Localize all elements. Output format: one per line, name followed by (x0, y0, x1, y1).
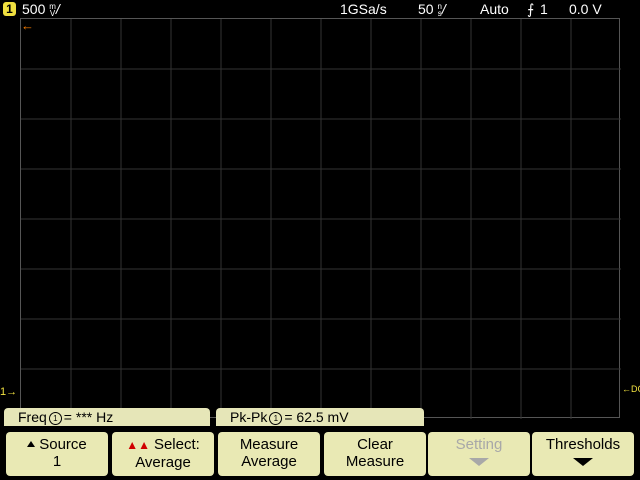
measure-value: Average (241, 453, 297, 470)
select-value: Average (135, 454, 191, 471)
channel-1-ground-marker[interactable]: 1→ (0, 386, 17, 398)
time-scale-value: 50 (418, 1, 434, 17)
trigger-edge-icon: ⨍ (527, 1, 535, 17)
submenu-arrow-icon (469, 458, 489, 466)
graticule-lines (21, 19, 621, 419)
channel-indicator: 1 (269, 412, 283, 425)
measurement-label: Freq (18, 409, 47, 425)
measurement-label: Pk-Pk (230, 409, 268, 425)
measure-label: Measure (239, 436, 299, 453)
vertical-scale-value: 500 (22, 1, 46, 17)
measurement-value: *** Hz (75, 409, 114, 425)
knob-select-icon: ▲▲ (126, 438, 150, 452)
softkey-menu: Source 1 ▲▲ Select: Average Measure Avera… (0, 426, 640, 480)
source-label: Source (39, 436, 87, 453)
setting-label: Setting (455, 436, 503, 453)
measurement-pkpk: Pk-Pk 1 = 62.5 mV (216, 408, 424, 426)
clear-label: Clear (357, 436, 393, 453)
clear-value: Measure (345, 453, 405, 470)
vertical-scale-unit: m V (49, 3, 56, 19)
thresholds-softkey[interactable]: Thresholds (532, 432, 634, 476)
channel-1-badge: 1 (3, 2, 16, 16)
trigger-position-marker[interactable]: ← (21, 18, 34, 33)
trigger-mode: Auto (480, 1, 509, 17)
setting-softkey[interactable]: Setting (428, 432, 530, 476)
select-label: Select: (153, 436, 200, 453)
thresholds-label: Thresholds (545, 436, 621, 453)
vertical-scale-unit-base: V (49, 9, 56, 19)
trigger-level-marker-label: DC (631, 384, 640, 394)
submenu-arrow-icon (573, 458, 593, 466)
source-softkey-line1: Source (6, 436, 108, 453)
vertical-scale: 500 m V / (22, 0, 60, 18)
source-softkey[interactable]: Source 1 (6, 432, 108, 476)
ground-marker-label: 1 (0, 386, 7, 398)
trigger-level-marker[interactable]: ←DC (622, 384, 640, 394)
measurement-value: 62.5 mV (296, 409, 349, 425)
status-bar: 1 500 m V / 1GSa/s 50 n s / Auto ⨍ 1 0.0… (0, 0, 640, 18)
time-scale: 50 n s / (418, 0, 446, 18)
measurement-freq: Freq 1 = *** Hz (4, 408, 210, 426)
select-softkey-line1: ▲▲ Select: (112, 436, 214, 454)
triangle-up-icon (27, 441, 36, 447)
trigger-level: 0.0 V (569, 1, 602, 17)
select-softkey[interactable]: ▲▲ Select: Average (112, 432, 214, 476)
channel-indicator: 1 (48, 412, 62, 425)
source-value: 1 (52, 453, 62, 470)
per-division-slash: / (441, 1, 446, 17)
per-division-slash: / (55, 1, 60, 17)
measure-average-softkey[interactable]: Measure Average (218, 432, 320, 476)
trigger-source: 1 (540, 1, 548, 17)
waveform-graticule[interactable] (20, 18, 621, 419)
sample-rate: 1GSa/s (340, 1, 387, 17)
clear-measure-softkey[interactable]: Clear Measure (324, 432, 426, 476)
